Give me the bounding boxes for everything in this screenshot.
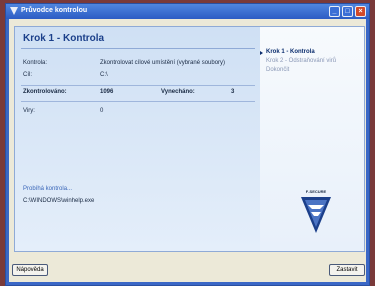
divider — [21, 101, 255, 102]
client-area: Krok 1 - Kontrola Kontrola: Zkontrolovat… — [9, 19, 366, 282]
current-step-arrow-icon — [260, 51, 263, 55]
current-file: C:\WINDOWS\winhelp.exe — [23, 198, 95, 204]
checked-label: Zkontrolováno: — [23, 89, 67, 95]
steps-sidebar: Krok 1 - Kontrola Krok 2 - Odstraňování … — [260, 27, 364, 251]
progress-status: Probíhá kontrola... — [23, 186, 73, 192]
skipped-count: 3 — [231, 89, 235, 95]
step-item: Krok 2 - Odstraňování virů — [266, 58, 337, 64]
target-value: C:\ — [100, 72, 108, 78]
app-icon — [10, 7, 18, 15]
viruses-label: Viry: — [23, 108, 35, 114]
target-label: Cíl: — [23, 72, 32, 78]
skipped-label: Vynecháno: — [161, 89, 195, 95]
step-item: Dokončit — [266, 67, 290, 73]
page-title: Krok 1 - Kontrola — [23, 33, 105, 44]
minimize-icon[interactable]: _ — [329, 6, 340, 17]
scan-type-value: Zkontrolovat cílové umístění (vybrané so… — [100, 60, 226, 66]
divider — [21, 48, 255, 49]
divider — [21, 85, 255, 86]
scan-type-label: Kontrola: — [23, 60, 48, 66]
shield-logo-icon — [301, 197, 331, 233]
help-button[interactable]: Nápověda — [12, 264, 48, 276]
close-icon[interactable]: × — [355, 6, 366, 17]
scan-details: Krok 1 - Kontrola Kontrola: Zkontrolovat… — [15, 27, 260, 251]
checked-count: 1096 — [100, 89, 114, 95]
maximize-icon[interactable]: □ — [342, 6, 353, 17]
viruses-count: 0 — [100, 108, 104, 114]
step-item: Krok 1 - Kontrola — [266, 49, 315, 55]
stop-button[interactable]: Zastavit — [329, 264, 365, 276]
brand-name: F-SECURE — [305, 189, 327, 194]
window-title: Průvodce kontrolou — [21, 7, 88, 14]
title-bar[interactable]: Průvodce kontrolou _ □ × — [6, 4, 369, 19]
f-secure-logo: F-SECURE — [300, 189, 332, 235]
wizard-window: Průvodce kontrolou _ □ × Krok 1 - Kontro… — [5, 3, 370, 286]
wizard-panel: Krok 1 - Kontrola Kontrola: Zkontrolovat… — [14, 26, 365, 252]
